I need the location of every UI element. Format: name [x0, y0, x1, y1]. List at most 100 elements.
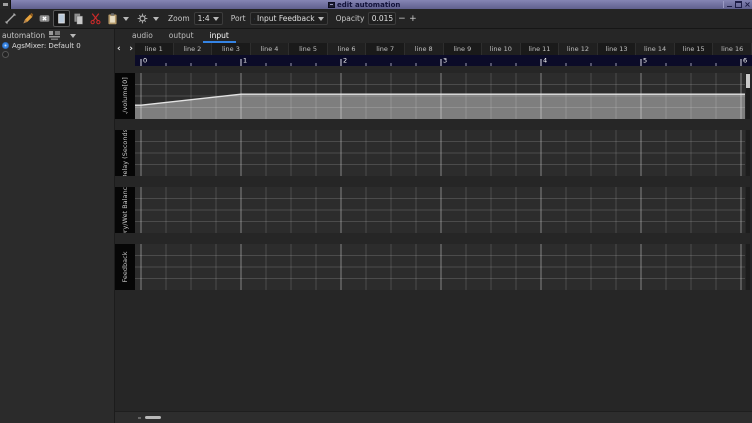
edit-tool-button[interactable] — [19, 10, 36, 27]
port-label: Port — [231, 14, 246, 23]
zoom-select[interactable]: 1:4 — [194, 12, 223, 25]
tab-audio[interactable]: audio — [125, 29, 160, 43]
paste-menu-caret[interactable] — [121, 10, 130, 27]
scroll-left-button[interactable]: ‹ — [117, 44, 121, 54]
titlebar: edit automation × — [0, 0, 752, 9]
automation-editor: audiooutputinput ‹ › line 1line 2line 3l… — [115, 29, 752, 423]
lane-grid[interactable] — [135, 244, 745, 290]
scroll-right-button[interactable]: › — [129, 44, 133, 54]
line-header[interactable]: line 16 — [713, 43, 752, 55]
automation-toolbar: Zoom 1:4 Port Input Feedback Opacity 0.0… — [0, 9, 752, 29]
lane-scrollbar[interactable] — [746, 73, 750, 119]
line-header[interactable]: line 14 — [636, 43, 675, 55]
position-tool-button[interactable] — [2, 10, 19, 27]
channel-tabs: audiooutputinput — [125, 29, 236, 43]
line-header[interactable]: line 12 — [559, 43, 598, 55]
timeline-ruler[interactable]: 0123456 — [135, 55, 752, 66]
lane-label-text: ./volume[0] — [121, 77, 129, 115]
lane-scrollbar-thumb[interactable] — [746, 74, 750, 88]
lane-grid[interactable] — [135, 130, 745, 176]
svg-text:6: 6 — [743, 57, 747, 65]
document-select-icon — [55, 12, 68, 25]
zoom-value: 1:4 — [198, 14, 210, 23]
copy-icon — [72, 12, 85, 25]
lane-scrollbar[interactable] — [746, 187, 750, 233]
window-controls: × — [723, 0, 751, 9]
clear-tool-button[interactable] — [36, 10, 53, 27]
line-header[interactable]: line 5 — [289, 43, 328, 55]
lane-scrollbar[interactable] — [746, 244, 750, 290]
line-header[interactable]: line 1 — [135, 43, 174, 55]
machine-list: AgsMixer: Default 0 — [0, 41, 114, 59]
opacity-label: Opacity — [336, 14, 365, 23]
lane-label: Feedback — [115, 244, 135, 290]
horizontal-scrollbar[interactable] — [115, 411, 752, 423]
tab-output[interactable]: output — [162, 29, 201, 43]
port-select[interactable]: Input Feedback — [250, 12, 328, 25]
line-header[interactable]: line 11 — [521, 43, 560, 55]
zoom-label: Zoom — [168, 14, 190, 23]
scrollbar-stepper[interactable] — [138, 417, 141, 419]
clipboard-icon — [106, 12, 119, 25]
line-header[interactable]: line 6 — [328, 43, 367, 55]
window-controls-divider — [723, 1, 724, 8]
line-header[interactable]: line 2 — [174, 43, 213, 55]
line-header[interactable]: line 13 — [598, 43, 637, 55]
line-header[interactable]: line 8 — [405, 43, 444, 55]
radio-unselected-icon[interactable] — [2, 51, 9, 58]
window-title-wrap: edit automation — [328, 0, 400, 9]
tab-input[interactable]: input — [203, 29, 236, 43]
line-header[interactable]: line 4 — [251, 43, 290, 55]
line-headers: line 1line 2line 3line 4line 5line 6line… — [135, 43, 752, 55]
machine-label: AgsMixer: Default 0 — [12, 42, 81, 50]
line-header[interactable]: line 10 — [482, 43, 521, 55]
window-title: edit automation — [337, 1, 400, 9]
chevron-down-icon — [123, 17, 129, 21]
machine-selector-icon[interactable] — [48, 30, 61, 41]
opacity-increment-button[interactable]: + — [407, 12, 418, 25]
chevron-down-icon — [153, 17, 159, 21]
svg-text:2: 2 — [343, 57, 347, 65]
lane-grid[interactable] — [135, 73, 745, 119]
lane-scrollbar[interactable] — [746, 130, 750, 176]
copy-tool-button[interactable] — [70, 10, 87, 27]
maximize-button[interactable] — [735, 1, 742, 8]
opacity-decrement-button[interactable]: − — [396, 12, 407, 25]
svg-text:1: 1 — [243, 57, 247, 65]
line-header[interactable]: line 3 — [212, 43, 251, 55]
automation-lane: Dry/Wet Balance — [115, 187, 752, 233]
minimize-button[interactable] — [726, 1, 733, 8]
tools-icon — [136, 12, 149, 25]
machine-radio-row[interactable] — [0, 50, 114, 59]
line-header[interactable]: line 15 — [675, 43, 714, 55]
svg-text:4: 4 — [543, 57, 547, 65]
line-header[interactable]: line 9 — [444, 43, 483, 55]
position-icon — [4, 12, 17, 25]
radio-selected-icon[interactable] — [2, 42, 9, 49]
lane-label-text: Delay (Seconds) — [121, 130, 129, 176]
chevron-down-icon — [70, 34, 76, 38]
line-header[interactable]: line 7 — [366, 43, 405, 55]
svg-text:0: 0 — [143, 57, 147, 65]
window-menu-icon — [3, 3, 8, 6]
automation-header-label: automation — [2, 31, 45, 40]
machine-sidebar: automation AgsMixer: Default 0 — [0, 29, 115, 423]
scrollbar-thumb[interactable] — [145, 416, 161, 419]
chevron-down-icon — [318, 17, 324, 21]
tools-menu-caret[interactable] — [151, 10, 160, 27]
chevron-down-icon — [213, 17, 219, 21]
cut-tool-button[interactable] — [87, 10, 104, 27]
lane-label-text: Dry/Wet Balance — [121, 187, 129, 233]
select-tool-button[interactable] — [53, 10, 70, 27]
eraser-icon — [38, 12, 51, 25]
close-button[interactable]: × — [744, 1, 751, 8]
opacity-value[interactable]: 0.015 — [368, 12, 396, 25]
machine-radio-row[interactable]: AgsMixer: Default 0 — [0, 41, 114, 50]
tools-menu-button[interactable] — [134, 10, 151, 27]
automation-lane: Delay (Seconds) — [115, 130, 752, 176]
lane-grid[interactable] — [135, 187, 745, 233]
scissors-icon — [89, 12, 102, 25]
svg-text:3: 3 — [443, 57, 447, 65]
paste-tool-button[interactable] — [104, 10, 121, 27]
window-menu-button[interactable] — [0, 0, 11, 9]
